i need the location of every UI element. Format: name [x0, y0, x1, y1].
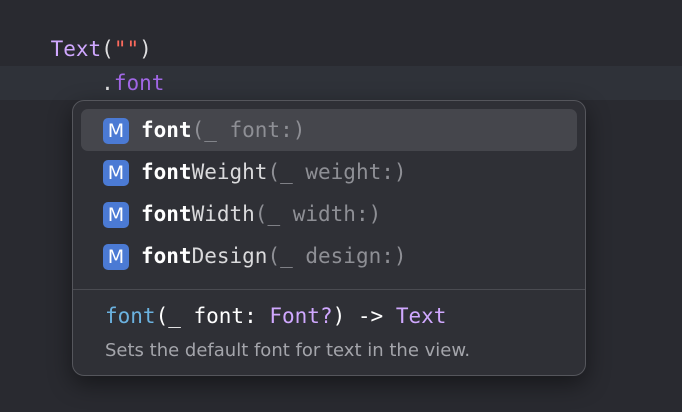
- completion-item-text: font(_ font:): [141, 109, 305, 151]
- method-icon: M: [103, 160, 129, 186]
- completion-signature: (_ design:): [267, 244, 407, 268]
- completion-match: font: [141, 160, 192, 184]
- declaration-param-type: Font?: [269, 304, 333, 328]
- completion-rest: Weight: [191, 160, 268, 184]
- code-editor[interactable]: Text("") .font M font(_ font:) M fontWei…: [0, 0, 682, 412]
- code-paren-open: (: [101, 37, 114, 61]
- completion-list: M font(_ font:) M fontWeight(_ weight:) …: [73, 109, 585, 277]
- method-icon: M: [103, 202, 129, 228]
- completion-item-fontweight[interactable]: M fontWeight(_ weight:): [81, 151, 577, 193]
- completion-item-text: fontWeight(_ weight:): [141, 151, 407, 193]
- completion-signature: (_ width:): [254, 202, 382, 226]
- declaration-params-open: (_ font:: [155, 304, 270, 328]
- completion-divider: [73, 289, 585, 290]
- code-method-token: font: [113, 71, 165, 95]
- completion-description: Sets the default font for text in the vi…: [105, 340, 471, 361]
- declaration-params-close: ) ->: [332, 304, 396, 328]
- code-paren-close: ): [139, 37, 152, 61]
- method-icon: M: [103, 118, 129, 144]
- declaration-return-type: Text: [395, 304, 447, 328]
- code-type-token: Text: [50, 37, 102, 61]
- current-code-line[interactable]: .font: [0, 66, 682, 100]
- declaration-name: font: [105, 304, 156, 328]
- code-line[interactable]: Text(""): [0, 32, 682, 66]
- completion-item-font[interactable]: M font(_ font:): [81, 109, 577, 151]
- completion-rest: Design: [191, 244, 268, 268]
- completion-match: font: [141, 202, 192, 226]
- completion-match: font: [141, 244, 192, 268]
- completion-rest: Width: [191, 202, 255, 226]
- completion-popup: M font(_ font:) M fontWeight(_ weight:) …: [72, 100, 586, 376]
- completion-item-text: fontWidth(_ width:): [141, 193, 381, 235]
- completion-item-fontwidth[interactable]: M fontWidth(_ width:): [81, 193, 577, 235]
- completion-signature: (_ font:): [191, 118, 306, 142]
- completion-match: font: [141, 118, 192, 142]
- completion-item-text: fontDesign(_ design:): [141, 235, 407, 277]
- completion-item-fontdesign[interactable]: M fontDesign(_ design:): [81, 235, 577, 277]
- code-dot-token: .: [101, 71, 114, 95]
- code-string-literal: "": [113, 37, 140, 61]
- completion-declaration: font(_ font: Font?) -> Text: [105, 300, 446, 332]
- completion-signature: (_ weight:): [267, 160, 407, 184]
- method-icon: M: [103, 244, 129, 270]
